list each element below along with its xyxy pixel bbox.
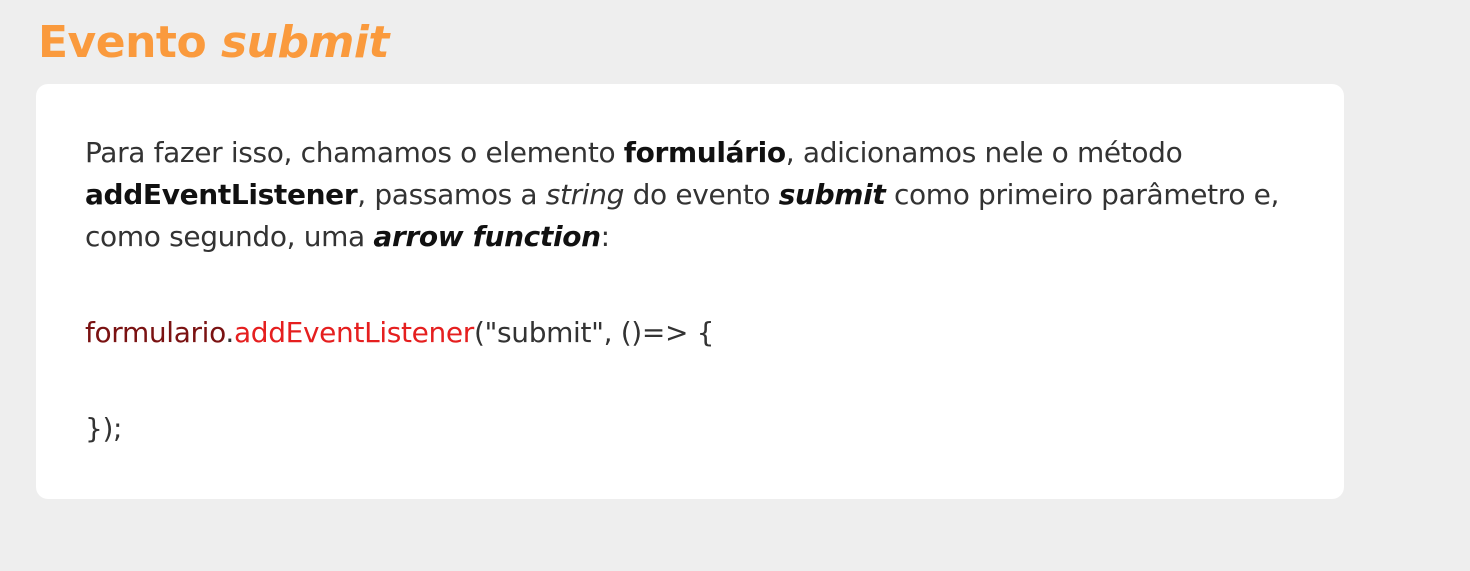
- code-args-token: ("submit", ()=> {: [473, 316, 715, 349]
- page-title: Evento submit: [38, 14, 389, 72]
- paragraph-bold-italic-submit: submit: [778, 178, 886, 211]
- paragraph-text-1: Para fazer isso, chamamos o elemento: [85, 136, 624, 169]
- paragraph-text-2: , adicionamos nele o método: [785, 136, 1183, 169]
- paragraph-text-6: :: [600, 220, 610, 253]
- page-title-prefix: Evento: [38, 17, 221, 68]
- paragraph-bold-formulario: formulário: [623, 136, 786, 169]
- code-dot-token: .: [225, 316, 234, 349]
- paragraph-italic-string: string: [545, 178, 625, 211]
- content-card: Para fazer isso, chamamos o elemento for…: [36, 84, 1344, 499]
- paragraph-bold-italic-arrow-function: arrow function: [373, 220, 601, 253]
- paragraph-text-3: , passamos a: [357, 178, 546, 211]
- paragraph-bold-addeventlistener: addEventListener: [85, 178, 358, 211]
- paragraph-text-4: do evento: [624, 178, 779, 211]
- code-method-token: addEventListener: [233, 316, 474, 349]
- page-title-emphasis: submit: [220, 17, 389, 68]
- code-line-1: formulario.addEventListener("submit", ()…: [85, 313, 714, 353]
- code-object-token: formulario: [85, 316, 226, 349]
- code-line-2: });: [85, 412, 123, 445]
- explanation-paragraph: Para fazer isso, chamamos o elemento for…: [85, 132, 1325, 258]
